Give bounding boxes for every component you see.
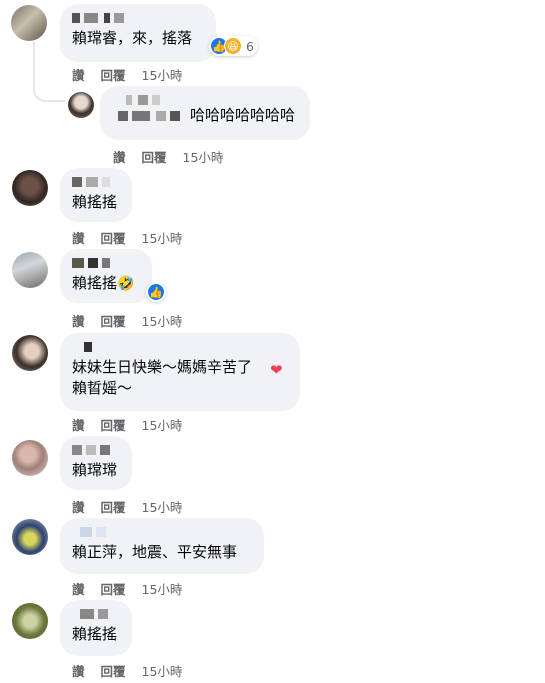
reaction-count: 6 bbox=[246, 38, 254, 54]
like-button[interactable]: 讚 bbox=[72, 497, 85, 516]
reply-button[interactable]: 回覆 bbox=[101, 415, 126, 434]
comment-bubble: 賴正萍，地震、平安無事 bbox=[60, 518, 264, 574]
comment-actions: 讚 回覆 15小時 bbox=[72, 228, 182, 247]
reply-bubble: 哈哈哈哈哈哈哈 bbox=[100, 86, 310, 140]
comment-bubble: 賴搖搖🤣 bbox=[60, 249, 152, 303]
commenter-name-blurred[interactable] bbox=[72, 258, 140, 268]
comment-text: 賴搖搖 bbox=[72, 625, 118, 643]
timestamp[interactable]: 15小時 bbox=[142, 579, 183, 598]
timestamp[interactable]: 15小時 bbox=[142, 311, 183, 330]
timestamp[interactable]: 15小時 bbox=[142, 497, 183, 516]
heart-emoji-icon: ❤ bbox=[270, 361, 283, 379]
reply-button[interactable]: 回覆 bbox=[101, 661, 126, 680]
comment-text: 賴搖搖 bbox=[72, 193, 118, 211]
comment-text: 妹妹生日快樂～媽媽辛苦了 賴晢媱～ bbox=[72, 358, 253, 397]
comment-bubble: 賴搖搖 bbox=[60, 168, 132, 222]
thread-connector bbox=[33, 42, 65, 102]
like-button[interactable]: 讚 bbox=[72, 228, 85, 247]
commenter-name-blurred[interactable] bbox=[72, 609, 120, 619]
commenter-name-blurred[interactable] bbox=[112, 95, 298, 105]
comment-text: 哈哈哈哈哈哈哈 bbox=[190, 106, 296, 124]
reaction-summary[interactable]: 👍 😆 6 bbox=[209, 36, 258, 56]
like-button[interactable]: 讚 bbox=[113, 147, 126, 166]
timestamp[interactable]: 15小時 bbox=[142, 65, 183, 84]
timestamp[interactable]: 15小時 bbox=[183, 147, 224, 166]
like-button[interactable]: 讚 bbox=[72, 661, 85, 680]
comment-bubble: 賴瑺瑺 bbox=[60, 436, 132, 490]
comment-actions: 讚 回覆 15小時 bbox=[72, 415, 182, 434]
avatar[interactable] bbox=[12, 440, 48, 476]
commenter-name-blurred[interactable] bbox=[72, 13, 204, 23]
laughing-emoji-icon: 🤣 bbox=[117, 276, 135, 292]
comment-actions: 讚 回覆 15小時 bbox=[72, 497, 182, 516]
timestamp[interactable]: 15小時 bbox=[142, 661, 183, 680]
comment-text: 賴瑺瑺 bbox=[72, 461, 118, 479]
avatar[interactable] bbox=[12, 603, 48, 639]
commenter-name-blurred[interactable] bbox=[72, 177, 120, 187]
like-icon: 👍 bbox=[147, 283, 165, 301]
like-button[interactable]: 讚 bbox=[72, 415, 85, 434]
timestamp[interactable]: 15小時 bbox=[142, 415, 183, 434]
comment-actions: 讚 回覆 15小時 bbox=[72, 579, 182, 598]
commenter-name-blurred[interactable] bbox=[72, 445, 120, 455]
comment-bubble: 賴瑺睿，來，搖落 bbox=[60, 4, 216, 62]
reply-button[interactable]: 回覆 bbox=[101, 65, 126, 84]
avatar[interactable] bbox=[12, 519, 48, 555]
comment-bubble: 妹妹生日快樂～媽媽辛苦了 賴晢媱～ ❤ bbox=[60, 333, 300, 411]
reply-button[interactable]: 回覆 bbox=[101, 311, 126, 330]
mention-blurred[interactable] bbox=[112, 110, 184, 121]
like-button[interactable]: 讚 bbox=[72, 65, 85, 84]
reaction-summary[interactable]: 👍 bbox=[146, 282, 166, 302]
comment-actions: 讚 回覆 15小時 bbox=[72, 311, 182, 330]
reply-button[interactable]: 回覆 bbox=[101, 497, 126, 516]
avatar[interactable] bbox=[68, 92, 94, 118]
comment-actions: 讚 回覆 15小時 bbox=[72, 661, 182, 680]
comment-bubble: 賴搖搖 bbox=[60, 600, 132, 656]
commenter-name-blurred[interactable] bbox=[72, 342, 288, 352]
avatar[interactable] bbox=[11, 5, 47, 41]
comment-actions: 讚 回覆 15小時 bbox=[72, 65, 182, 84]
avatar[interactable] bbox=[12, 170, 48, 206]
avatar[interactable] bbox=[12, 335, 48, 371]
reply-button[interactable]: 回覆 bbox=[101, 579, 126, 598]
like-button[interactable]: 讚 bbox=[72, 579, 85, 598]
comment-actions: 讚 回覆 15小時 bbox=[113, 147, 223, 166]
like-button[interactable]: 讚 bbox=[72, 311, 85, 330]
comment-text: 賴瑺睿，來，搖落 bbox=[72, 29, 193, 47]
haha-icon: 😆 bbox=[224, 37, 242, 55]
reply-button[interactable]: 回覆 bbox=[142, 147, 167, 166]
comment-text: 賴正萍，地震、平安無事 bbox=[72, 543, 238, 561]
reply-button[interactable]: 回覆 bbox=[101, 228, 126, 247]
timestamp[interactable]: 15小時 bbox=[142, 228, 183, 247]
comment-text: 賴搖搖🤣 bbox=[72, 274, 135, 292]
commenter-name-blurred[interactable] bbox=[72, 527, 252, 537]
avatar[interactable] bbox=[12, 252, 48, 288]
